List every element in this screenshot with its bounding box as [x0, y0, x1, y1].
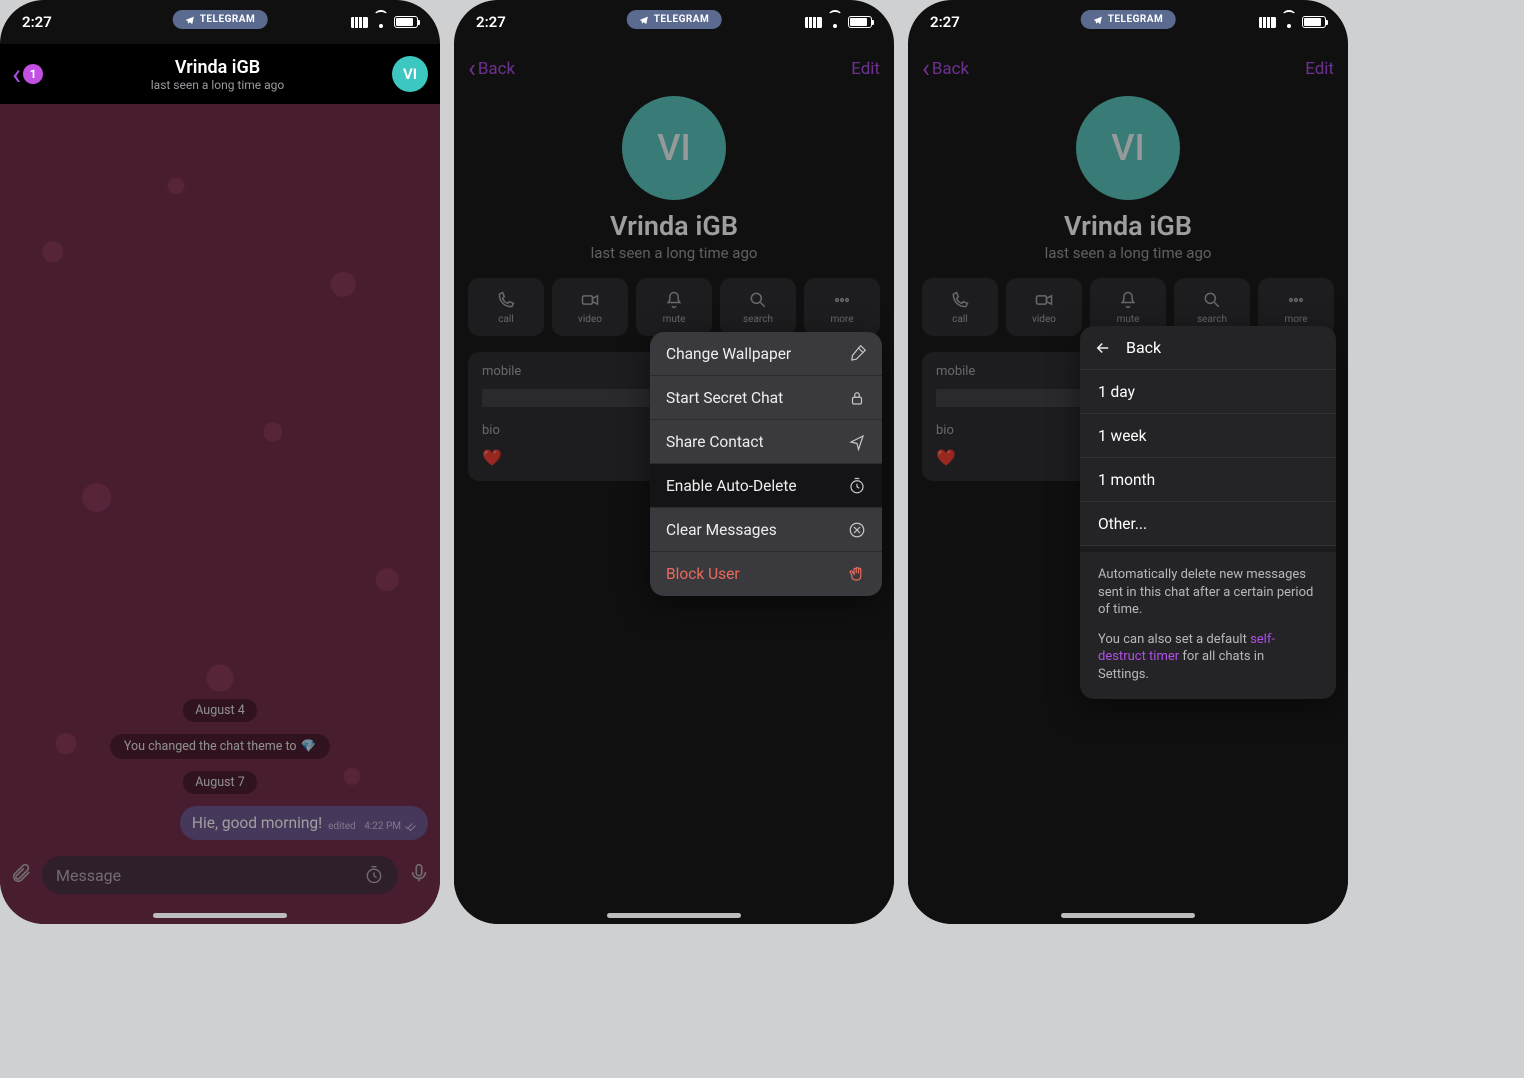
menu-share-contact[interactable]: Share Contact	[650, 420, 882, 464]
profile-subtitle: last seen a long time ago	[454, 244, 894, 262]
date-separator: August 7	[183, 771, 257, 794]
outgoing-message[interactable]: Hie, good morning! edited 4:22 PM	[180, 806, 428, 840]
option-other[interactable]: Other...	[1080, 502, 1336, 546]
status-time: 2:27	[22, 13, 52, 31]
action-call[interactable]: call	[922, 278, 998, 336]
message-meta: edited 4:22 PM	[328, 820, 416, 832]
mic-icon[interactable]	[408, 862, 430, 888]
system-message: You changed the chat theme to💎	[110, 734, 330, 759]
action-video[interactable]: video	[552, 278, 628, 336]
action-video[interactable]: video	[1006, 278, 1082, 336]
action-mute[interactable]: mute	[636, 278, 712, 336]
status-time: 2:27	[476, 13, 506, 31]
edit-button[interactable]: Edit	[851, 59, 880, 79]
message-text: Hie, good morning!	[192, 814, 322, 832]
message-input[interactable]: Message	[42, 856, 398, 894]
sheet-footer: Automatically delete new messages sent i…	[1080, 546, 1336, 699]
signal-icon	[351, 17, 368, 28]
menu-auto-delete[interactable]: Enable Auto-Delete	[650, 464, 882, 508]
timer-icon	[848, 477, 866, 495]
arrow-left-icon	[1094, 339, 1112, 357]
sheet-back[interactable]: Back	[1080, 326, 1336, 370]
lock-icon	[848, 389, 866, 407]
profile-avatar[interactable]: VI	[622, 96, 726, 200]
profile-avatar[interactable]: VI	[1076, 96, 1180, 200]
option-1-day[interactable]: 1 day	[1080, 370, 1336, 414]
message-placeholder: Message	[56, 866, 121, 885]
option-1-month[interactable]: 1 month	[1080, 458, 1336, 502]
status-bar: 2:27	[908, 0, 1348, 44]
profile-name: Vrinda iGB	[908, 210, 1348, 242]
action-more[interactable]: more	[804, 278, 880, 336]
home-indicator	[607, 913, 741, 918]
header-highlight-hole	[0, 44, 440, 104]
menu-block-user[interactable]: Block User	[650, 552, 882, 596]
profile-actions: call video mute search more	[454, 278, 894, 336]
profile-header: ‹Back Edit	[454, 44, 894, 94]
status-bar: 2:27	[454, 0, 894, 44]
edit-button[interactable]: Edit	[1305, 59, 1334, 79]
status-time: 2:27	[930, 13, 960, 31]
home-indicator	[153, 913, 287, 918]
auto-delete-sheet: Back 1 day 1 week 1 month Other... Autom…	[1080, 326, 1336, 699]
status-bar: 2:27	[0, 0, 440, 44]
action-search[interactable]: search	[720, 278, 796, 336]
battery-icon	[394, 16, 418, 28]
wifi-icon	[373, 16, 389, 28]
brush-icon	[848, 345, 866, 363]
screenshot-profile-menu: TELEGRAM 2:27 ‹Back Edit VI Vrinda iGB l…	[454, 0, 894, 924]
screenshot-chat: TELEGRAM 2:27 ‹ 1 Vrinda iGB last seen a…	[0, 0, 440, 924]
more-menu: Change Wallpaper Start Secret Chat Share…	[650, 332, 882, 596]
back-button[interactable]: ‹Back	[468, 59, 515, 79]
chat-body: August 4 You changed the chat theme to💎 …	[0, 104, 440, 924]
attach-icon[interactable]	[10, 862, 32, 888]
menu-clear-messages[interactable]: Clear Messages	[650, 508, 882, 552]
action-call[interactable]: call	[468, 278, 544, 336]
timer-icon[interactable]	[364, 865, 384, 885]
menu-secret-chat[interactable]: Start Secret Chat	[650, 376, 882, 420]
date-separator: August 4	[183, 699, 257, 722]
back-button[interactable]: ‹Back	[922, 59, 969, 79]
profile-subtitle: last seen a long time ago	[908, 244, 1348, 262]
share-icon	[848, 433, 866, 451]
profile-name: Vrinda iGB	[454, 210, 894, 242]
option-1-week[interactable]: 1 week	[1080, 414, 1336, 458]
clear-icon	[848, 521, 866, 539]
home-indicator	[1061, 913, 1195, 918]
menu-change-wallpaper[interactable]: Change Wallpaper	[650, 332, 882, 376]
screenshot-autodelete-sheet: TELEGRAM 2:27 ‹Back Edit VI Vrinda iGB l…	[908, 0, 1348, 924]
hand-icon	[848, 565, 866, 583]
